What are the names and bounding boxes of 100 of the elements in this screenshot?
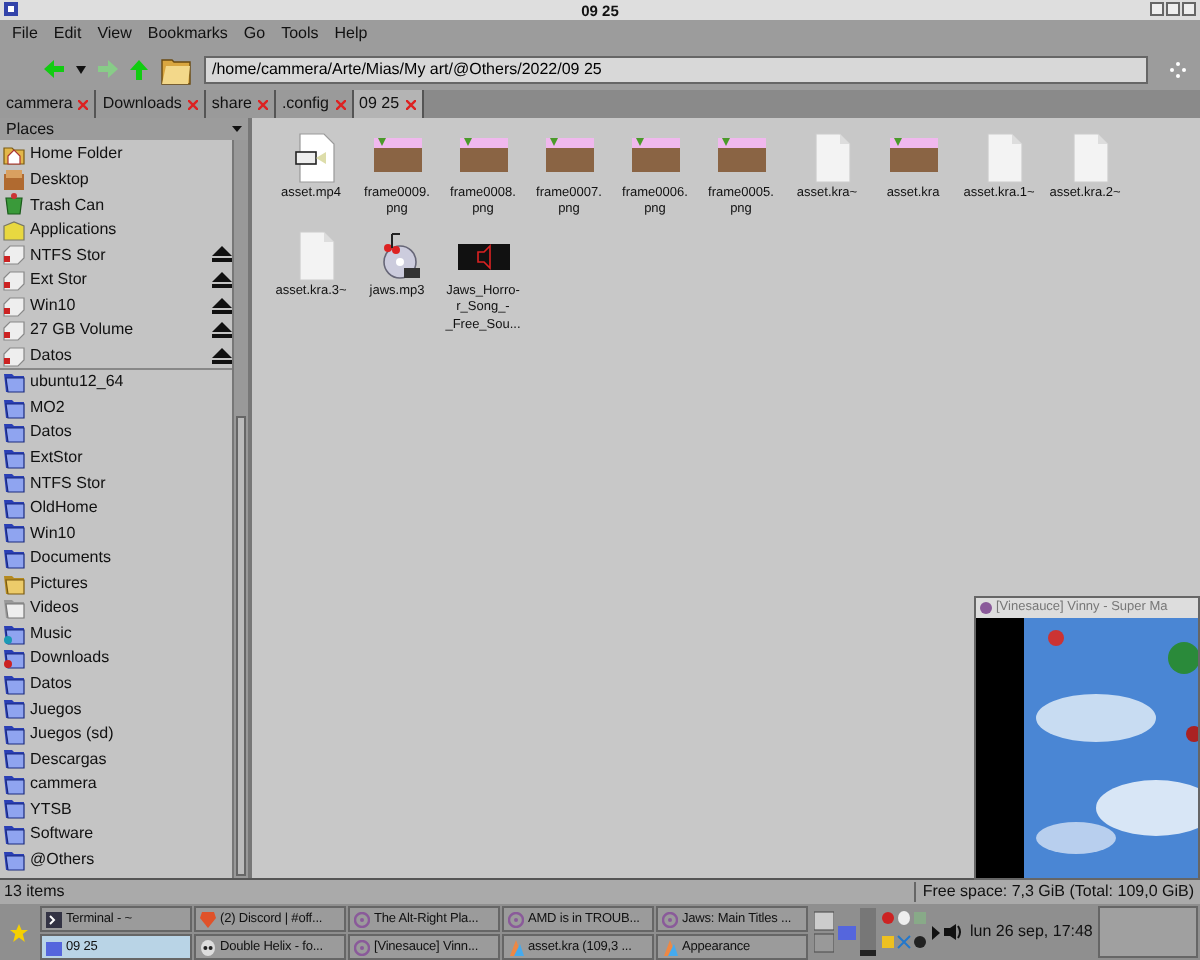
- menu-item[interactable]: View: [89, 24, 140, 44]
- folder-icon: [2, 395, 26, 420]
- place-item[interactable]: ExtStor: [30, 448, 232, 468]
- folder-icon: [2, 696, 26, 721]
- place-item[interactable]: Videos: [30, 598, 232, 618]
- minimize-button[interactable]: [1150, 2, 1164, 16]
- circle-icon: [354, 939, 370, 955]
- eject-icon[interactable]: [212, 272, 232, 288]
- folder-icon: [2, 546, 26, 571]
- close-tab-icon[interactable]: [257, 99, 268, 109]
- place-item[interactable]: YTSB: [30, 799, 232, 819]
- menu-item[interactable]: Help: [326, 24, 376, 44]
- music-folder-icon: [2, 621, 26, 646]
- place-item[interactable]: Home Folder: [30, 144, 232, 165]
- alien-icon: [200, 939, 216, 955]
- folder-icon: [2, 470, 26, 495]
- caret-icon[interactable]: [232, 126, 242, 132]
- eject-icon[interactable]: [212, 297, 232, 314]
- close-tab-icon[interactable]: [78, 99, 89, 109]
- place-item[interactable]: Documents: [30, 548, 232, 568]
- eject-icon[interactable]: [212, 246, 232, 263]
- menu-item[interactable]: Edit: [45, 24, 90, 44]
- box-icon: [2, 217, 26, 242]
- place-item[interactable]: Datos: [30, 673, 232, 694]
- place-item[interactable]: Pictures: [30, 573, 232, 593]
- caret-icon[interactable]: [76, 65, 86, 73]
- place-item[interactable]: @Others: [30, 849, 232, 869]
- folder-icon: [2, 370, 26, 395]
- place-item[interactable]: Juegos (sd): [30, 724, 232, 744]
- media-icon: [980, 602, 992, 614]
- drive-icon: [2, 268, 26, 292]
- folder-icon: [2, 822, 26, 847]
- window-icon: [4, 2, 18, 16]
- folder-icon: [46, 939, 62, 955]
- close-button[interactable]: [1182, 2, 1196, 16]
- place-item[interactable]: NTFS Stor: [30, 473, 232, 493]
- place-item[interactable]: Juegos: [30, 699, 232, 719]
- place-item[interactable]: cammera: [30, 774, 232, 794]
- place-item[interactable]: Downloads: [30, 648, 232, 668]
- palette-icon: [508, 939, 524, 955]
- place-item[interactable]: Win10: [30, 523, 232, 543]
- drive-icon: [2, 242, 26, 267]
- place-item[interactable]: Desktop: [30, 170, 232, 190]
- eject-icon[interactable]: [212, 322, 232, 339]
- speaker-icon[interactable]: [944, 924, 962, 940]
- free-space-text: Free space: 7,3 GiB (Total: 109,0 GiB): [914, 882, 1200, 902]
- circle-icon: [508, 911, 524, 927]
- scrollbar[interactable]: [232, 140, 248, 878]
- place-item[interactable]: Applications: [30, 220, 232, 240]
- close-tab-icon[interactable]: [187, 99, 198, 109]
- place-item[interactable]: MO2: [30, 397, 232, 418]
- clock[interactable]: lun 26 sep, 17:48: [966, 904, 1097, 960]
- terminal-icon: [46, 911, 62, 927]
- drive-icon: [2, 293, 26, 318]
- menu-item[interactable]: File: [4, 24, 46, 44]
- close-tab-icon[interactable]: [405, 99, 416, 109]
- place-item[interactable]: Trash Can: [30, 195, 232, 215]
- circle-icon: [662, 911, 678, 927]
- star-icon[interactable]: [10, 923, 28, 941]
- item-count: 13 items: [2, 882, 65, 902]
- folder-icon: [2, 671, 26, 696]
- window-icon[interactable]: [814, 910, 834, 954]
- trash-can-icon: [2, 192, 26, 217]
- place-item[interactable]: 27 GB Volume: [30, 320, 208, 340]
- menu-item[interactable]: Tools: [273, 24, 327, 44]
- eject-icon[interactable]: [212, 347, 232, 364]
- places-title: Places: [6, 119, 55, 139]
- place-item[interactable]: NTFS Stor: [30, 245, 208, 265]
- palette-icon: [662, 939, 678, 955]
- level-meter-icon: [860, 908, 876, 956]
- location-field[interactable]: /home/cammera/Arte/Mias/My art/@Others/2022/09 25: [204, 55, 1148, 83]
- folder-icon: [2, 746, 26, 771]
- place-item[interactable]: Datos: [30, 345, 208, 365]
- maximize-button[interactable]: [1166, 2, 1180, 16]
- place-item[interactable]: Ext Stor: [30, 270, 208, 290]
- place-item[interactable]: Descargas: [30, 749, 232, 769]
- caret-icon[interactable]: [932, 925, 940, 939]
- folder-icon: [2, 495, 26, 520]
- dots-icon[interactable]: [1168, 59, 1188, 79]
- folder-icon: [2, 796, 26, 821]
- circle-icon: [354, 911, 370, 927]
- folder-icon[interactable]: [160, 53, 192, 85]
- close-tab-icon[interactable]: [335, 99, 346, 109]
- download-folder-icon: [2, 646, 26, 671]
- folder-icon: [2, 520, 26, 545]
- desktop-pager[interactable]: [1098, 906, 1198, 958]
- place-item[interactable]: Datos: [30, 422, 232, 443]
- place-item[interactable]: Music: [30, 623, 232, 643]
- menu-item[interactable]: Bookmarks: [139, 24, 236, 44]
- menu-item[interactable]: Go: [235, 24, 274, 44]
- place-item[interactable]: OldHome: [30, 498, 232, 518]
- place-item[interactable]: Win10: [30, 295, 208, 315]
- folder-icon: [2, 847, 26, 872]
- folder-icon: [2, 771, 26, 796]
- drive-icon: [2, 318, 26, 343]
- folder-icon: [2, 420, 26, 445]
- place-item[interactable]: Software: [30, 824, 232, 844]
- place-item[interactable]: ubuntu12_64: [30, 372, 232, 392]
- folder-icon: [2, 445, 26, 470]
- house-folder-icon: [2, 142, 26, 167]
